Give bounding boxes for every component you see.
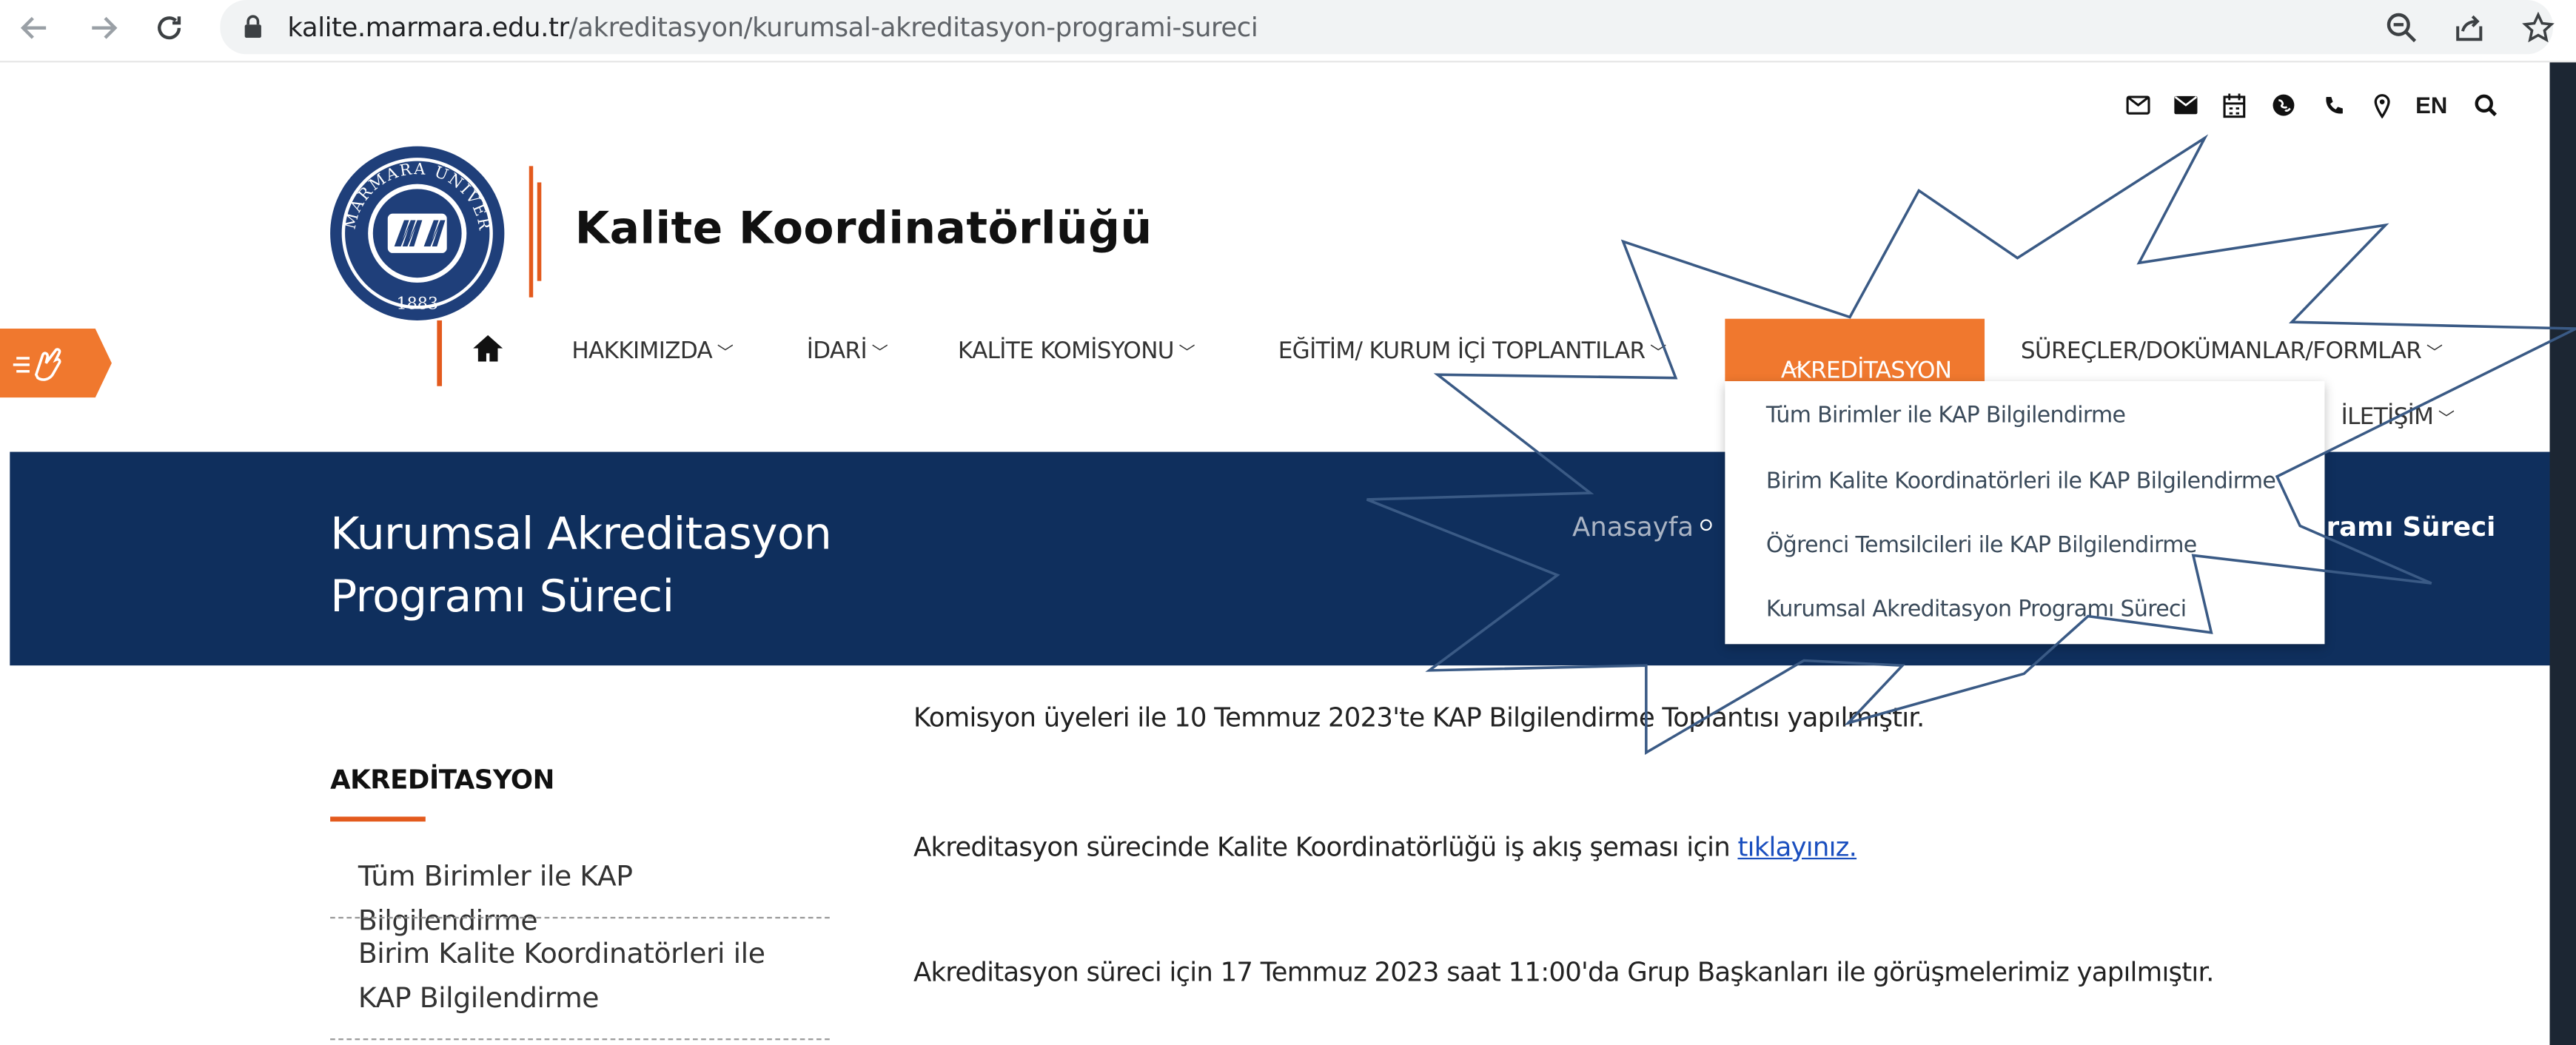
- content-paragraph: Akreditasyon sürecinde Kalite Koordinatö…: [913, 831, 1857, 863]
- dropdown-item[interactable]: Kurumsal Akreditasyon Programı Süreci: [1766, 597, 2187, 623]
- nav-item-akreditasyon[interactable]: AKREDİTASYON ﹀: [1725, 318, 1985, 385]
- nav-item-egitim[interactable]: EĞİTİM/ KURUM İÇİ TOPLANTILAR ﹀: [1278, 338, 1667, 365]
- nav-label: KALİTE KOMİSYONU: [957, 338, 1175, 365]
- title-accent-bars: [529, 166, 542, 298]
- nav-item-idari[interactable]: İDARİ ﹀: [807, 338, 888, 365]
- url-text[interactable]: kalite.marmara.edu.tr/akreditasyon/kurum…: [287, 12, 1258, 43]
- sidebar-heading: AKREDİTASYON: [330, 764, 554, 796]
- content-paragraph: Komisyon üyeleri ile 10 Temmuz 2023'te K…: [913, 702, 1925, 733]
- akreditasyon-dropdown-menu: Tüm Birimler ile KAP Bilgilendirme Birim…: [1725, 381, 2325, 645]
- nav-label: SÜREÇLER/DOKÜMANLAR/FORMLAR: [2020, 338, 2422, 365]
- university-logo[interactable]: MARMARA ÜNİVERSİTESİ 1883: [329, 144, 506, 322]
- nav-item-hakkimizda[interactable]: HAKKIMIZDA ﹀: [571, 338, 734, 365]
- back-icon[interactable]: [13, 7, 56, 50]
- logo-year-text: 1883: [396, 294, 437, 313]
- accessibility-tab-icon[interactable]: [0, 329, 112, 398]
- search-icon[interactable]: [2471, 89, 2500, 121]
- chevron-down-icon: ﹀: [717, 345, 734, 363]
- window-edge: [2549, 62, 2576, 1045]
- chevron-down-icon: ﹀: [1178, 345, 1195, 363]
- phone-icon[interactable]: [2318, 89, 2348, 121]
- content-paragraph: Akreditasyon süreci için 17 Temmuz 2023 …: [913, 956, 2214, 988]
- home-icon[interactable]: [472, 334, 504, 363]
- breadcrumb-current: ramı Süreci: [2326, 511, 2496, 542]
- calendar-icon[interactable]: [2219, 89, 2249, 121]
- reload-icon[interactable]: [148, 7, 191, 50]
- lock-icon[interactable]: [243, 15, 263, 38]
- nav-label: İDARİ: [806, 338, 868, 365]
- sidebar-divider: [330, 916, 830, 919]
- url-path: /akreditasyon/kurumsal-akreditasyon-prog…: [568, 11, 1258, 43]
- nav-item-kalite-komisyonu[interactable]: KALİTE KOMİSYONU ﹀: [958, 338, 1195, 365]
- zoom-icon[interactable]: [2382, 8, 2421, 47]
- bookmark-star-icon[interactable]: [2518, 8, 2557, 47]
- nav-label: HAKKIMIZDA: [571, 338, 713, 365]
- sidebar-link[interactable]: Birim Kalite Koordinatörleri ile KAP Bil…: [358, 933, 822, 1022]
- url-host: kalite.marmara.edu.tr: [287, 11, 569, 43]
- nav-item-iletisim[interactable]: İLETİŞİM ﹀: [2341, 404, 2455, 431]
- dropdown-item[interactable]: Tüm Birimler ile KAP Bilgilendirme: [1766, 403, 2126, 429]
- dropdown-item[interactable]: Birim Kalite Koordinatörleri ile KAP Bil…: [1766, 468, 2276, 495]
- sidebar-link[interactable]: Tüm Birimler ile KAP Bilgilendirme: [358, 856, 818, 945]
- page: kalite.marmara.edu.tr/akreditasyon/kurum…: [0, 0, 2576, 1045]
- map-pin-icon[interactable]: [2367, 89, 2397, 121]
- nav-divider: [437, 320, 443, 386]
- flowchart-link[interactable]: tıklayınız.: [1737, 831, 1856, 862]
- site-title[interactable]: Kalite Koordinatörlüğü: [575, 204, 1153, 255]
- nav-label: EĞİTİM/ KURUM İÇİ TOPLANTILAR: [1278, 338, 1646, 365]
- browser-toolbar: kalite.marmara.edu.tr/akreditasyon/kurum…: [0, 0, 2576, 63]
- chevron-down-icon: ﹀: [1785, 364, 1802, 383]
- nav-item-surecler[interactable]: SÜREÇLER/DOKÜMANLAR/FORMLAR ﹀: [2021, 338, 2443, 365]
- share-icon[interactable]: [2449, 8, 2489, 47]
- breadcrumb-home[interactable]: Anasayfa: [1572, 511, 1694, 542]
- chevron-down-icon: ﹀: [2438, 411, 2455, 429]
- nav-label: İLETİŞİM: [2341, 404, 2434, 431]
- mail-filled-icon[interactable]: [2170, 89, 2200, 121]
- globe-icon[interactable]: [2269, 89, 2298, 121]
- language-en-link[interactable]: EN: [2412, 89, 2451, 121]
- page-title: Kurumsal Akreditasyon Programı Süreci: [330, 509, 832, 623]
- mail-outline-icon[interactable]: [2122, 89, 2152, 121]
- sidebar-heading-underline: [330, 816, 426, 822]
- dropdown-item[interactable]: Öğrenci Temsilcileri ile KAP Bilgilendir…: [1766, 532, 2197, 559]
- forward-icon[interactable]: [82, 7, 125, 50]
- sidebar-divider: [330, 1038, 830, 1041]
- chevron-down-icon: ﹀: [2426, 345, 2443, 363]
- breadcrumb-separator-icon: [1700, 519, 1712, 531]
- chevron-down-icon: ﹀: [1650, 345, 1666, 363]
- chevron-down-icon: ﹀: [871, 345, 888, 363]
- paragraph-text: Akreditasyon sürecinde Kalite Koordinatö…: [913, 831, 1738, 863]
